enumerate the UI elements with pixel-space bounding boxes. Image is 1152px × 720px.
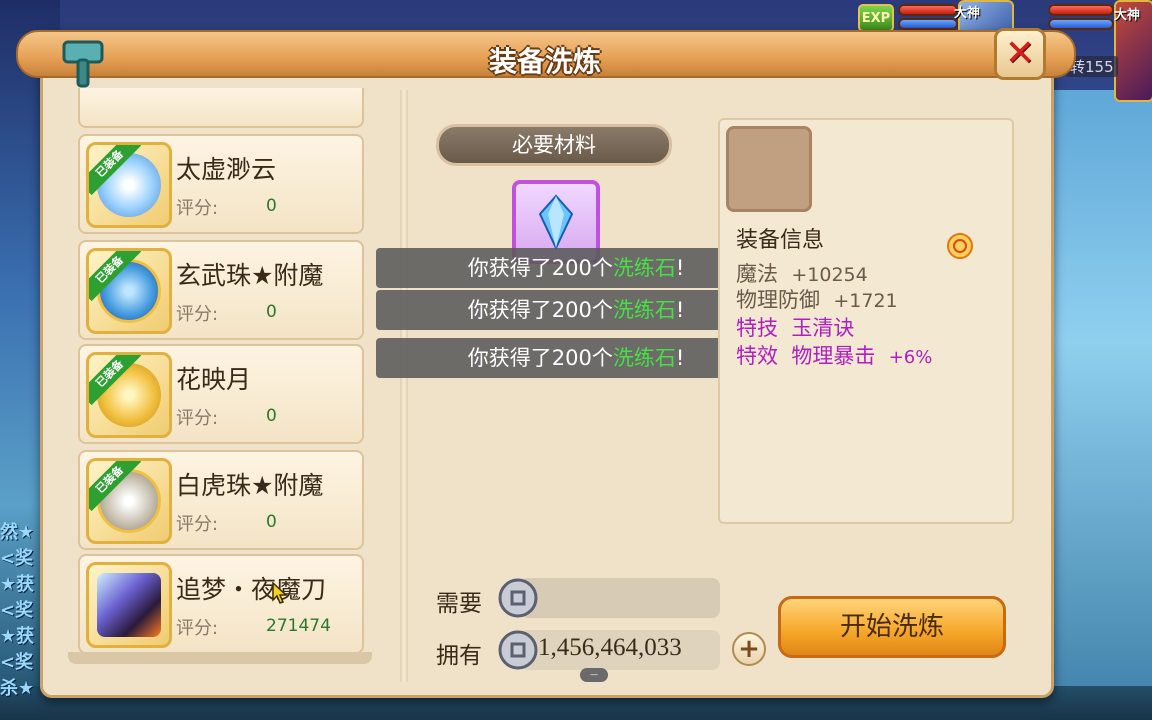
equipment-item[interactable]: 已装备 花映月 评分: 0 <box>78 344 364 444</box>
toast-highlight: 洗练石 <box>612 346 676 370</box>
item-score: 0 <box>266 196 277 216</box>
toast-suffix: ! <box>675 346 685 370</box>
rank-tag-left: 大神 <box>954 6 981 21</box>
item-icon-frame: 已装备 <box>86 248 172 334</box>
equipment-item[interactable]: 已装备 玄武珠★附魔 评分: 0 <box>78 240 364 340</box>
reward-toast: 你获得了200个洗练石! <box>376 338 776 378</box>
rank-tag-right: 大神 <box>1114 8 1141 23</box>
blade-icon <box>97 573 161 637</box>
toast-text: 你获得了200个 <box>467 298 613 322</box>
item-score-label: 评分: <box>176 198 219 219</box>
item-score: 0 <box>266 406 277 426</box>
toast-suffix: ! <box>675 256 685 280</box>
required-materials-banner: 必要材料 <box>436 124 672 166</box>
equipment-item[interactable]: 已装备 太虚渺云 评分: 0 <box>78 134 364 234</box>
stat-label: 魔法 <box>736 262 778 286</box>
mp-bar-left <box>898 18 958 30</box>
reward-toast: 你获得了200个洗练石! <box>376 290 776 330</box>
reward-toast: 你获得了200个洗练石! <box>376 248 776 288</box>
silver-coin-icon <box>498 578 538 618</box>
side-chat-text: ★获 <box>0 626 35 647</box>
toast-highlight: 洗练石 <box>612 298 676 322</box>
list-bottom-edge <box>68 652 372 664</box>
item-icon-frame: 已装备 <box>86 142 172 228</box>
side-chat-text: ★获 <box>0 574 35 595</box>
toast-text: 你获得了200个 <box>467 256 613 280</box>
item-score: 0 <box>266 302 277 322</box>
exp-badge: EXP <box>858 4 894 32</box>
owned-currency-value: 1,456,464,033 <box>538 634 682 661</box>
pointer-cursor-icon <box>272 582 288 604</box>
item-name: 玄武珠★附魔 <box>176 261 324 290</box>
hp-bar-right <box>1048 4 1114 16</box>
dialog-title: 装备洗炼 <box>488 45 601 78</box>
side-chat-text: <奖 <box>0 600 34 621</box>
stat-value: +10254 <box>791 264 868 286</box>
list-divider <box>400 90 408 682</box>
toast-highlight: 洗练石 <box>612 256 676 280</box>
item-name: 白虎珠★附魔 <box>176 471 324 500</box>
toast-suffix: ! <box>675 298 685 322</box>
silver-coin-icon <box>498 630 538 670</box>
side-chat-text: <奖 <box>0 652 34 673</box>
side-chat-text: 杀★ <box>0 678 35 699</box>
side-chat-text: <奖 <box>0 548 34 569</box>
side-chat-text: 然★ <box>0 522 35 543</box>
stat-value: 玉清诀 <box>791 316 855 340</box>
swirl-badge-icon[interactable] <box>946 232 974 260</box>
equipment-thumbnail <box>726 126 812 212</box>
stat-value: +1721 <box>833 290 898 312</box>
equipment-item[interactable]: 已装备 白虎珠★附魔 评分: 0 <box>78 450 364 550</box>
stat-value: 物理暴击 <box>791 344 876 368</box>
hammer-icon <box>62 40 104 88</box>
item-score-label: 评分: <box>176 618 219 639</box>
stat-label: 物理防御 <box>736 288 820 312</box>
toast-text: 你获得了200个 <box>467 346 613 370</box>
mp-bar-right <box>1048 18 1114 30</box>
stat-percent: +6% <box>888 347 933 368</box>
add-currency-button[interactable]: + <box>732 632 766 666</box>
item-score: 0 <box>266 512 277 532</box>
close-x-icon: ✕ <box>1004 33 1036 74</box>
close-button[interactable]: ✕ <box>994 28 1046 80</box>
background-right <box>1042 90 1152 720</box>
item-icon-frame: 已装备 <box>86 352 172 438</box>
item-score-label: 评分: <box>176 514 219 535</box>
item-name: 花映月 <box>176 365 252 394</box>
start-refine-button[interactable]: 开始洗炼 <box>778 596 1006 658</box>
stat-special-effect: 特效 物理暴击 +6% <box>736 340 932 370</box>
item-icon-frame: 已装备 <box>86 458 172 544</box>
stat-physical-defense: 物理防御 +1721 <box>736 284 898 314</box>
item-icon-frame <box>86 562 172 648</box>
item-name: 追梦・夜魔刀 <box>176 575 327 604</box>
need-amount-field <box>520 578 720 618</box>
item-name: 太虚渺云 <box>176 155 277 184</box>
list-item-partial[interactable] <box>78 88 364 128</box>
crystal-icon <box>538 194 574 250</box>
item-score-label: 评分: <box>176 408 219 429</box>
stat-label: 特效 <box>736 344 778 368</box>
need-label: 需要 <box>436 591 482 617</box>
item-score-label: 评分: <box>176 304 219 325</box>
item-score: 271474 <box>266 616 331 636</box>
equipment-info-heading: 装备信息 <box>736 228 825 253</box>
hp-bar-left <box>898 4 958 16</box>
stat-special-skill: 特技 玉清诀 <box>736 312 854 342</box>
equipment-item[interactable]: 追梦・夜魔刀 评分: 271474 <box>78 554 364 654</box>
own-label: 拥有 <box>436 643 482 669</box>
scroll-indicator: — <box>580 668 608 682</box>
stat-label: 特技 <box>736 316 778 340</box>
